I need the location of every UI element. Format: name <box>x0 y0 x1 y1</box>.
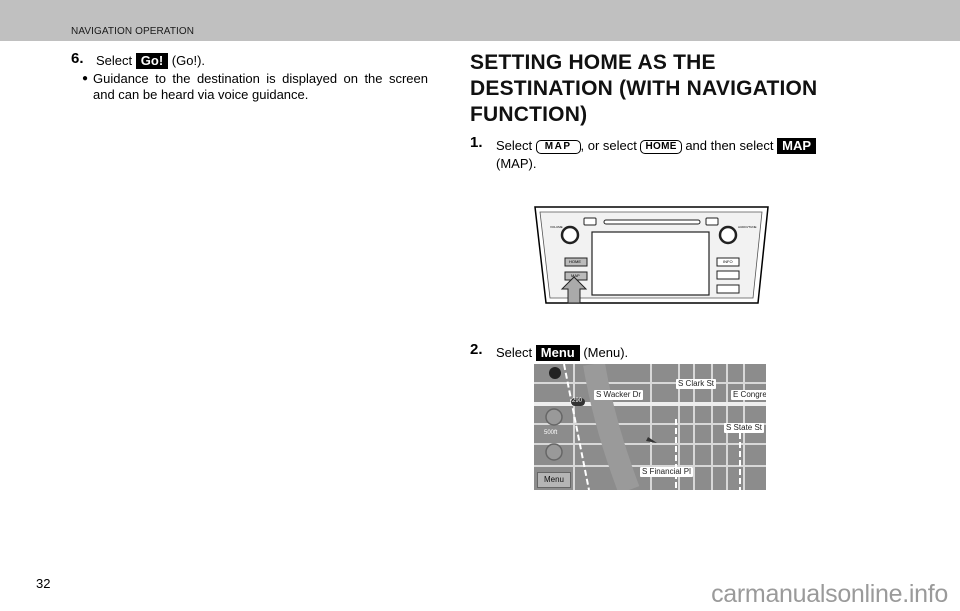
step-6-prefix: Select <box>96 53 133 68</box>
info-button-label: INFO <box>723 259 733 264</box>
step-1-suffix: (MAP). <box>496 156 537 171</box>
step-6-number: 6. <box>71 50 84 67</box>
go-button-chip: Go! <box>135 53 169 69</box>
highway-shield: 290 <box>572 398 583 404</box>
section-heading: SETTING HOME AS THE DESTINATION (WITH NA… <box>470 50 817 128</box>
section-title: NAVIGATION OPERATION <box>71 26 195 37</box>
step-6-bullet-text: Guidance to the destination is displayed… <box>93 71 428 102</box>
street-label: S Financial Pl <box>640 467 693 477</box>
step-6-bullet: ● Guidance to the destination is display… <box>82 71 428 103</box>
home-button-label: HOME <box>569 259 581 264</box>
step-6-suffix: (Go!). <box>171 53 206 68</box>
map-screen-button-chip: MAP <box>777 138 817 154</box>
step-6-text: Select Go! (Go!). <box>96 52 205 69</box>
map-scale: 500ft <box>544 430 558 436</box>
volume-label: VOLUME <box>550 225 563 229</box>
map-menu-button: Menu <box>537 472 571 488</box>
heading-line-1: SETTING HOME AS THE <box>470 51 716 74</box>
step-2-prefix: Select <box>496 345 533 360</box>
heading-line-3: FUNCTION) <box>470 103 588 126</box>
home-hardkey-chip: HOME <box>640 140 682 154</box>
heading-line-2: DESTINATION (WITH NAVIGATION <box>470 77 818 100</box>
step-2-suffix: (Menu). <box>583 345 629 360</box>
step-1-number: 1. <box>470 134 483 151</box>
street-label: S Wacker Dr <box>594 390 644 400</box>
menu-button-chip: Menu <box>535 345 580 361</box>
step-1-text: Select MAP, or select HOME and then sele… <box>496 137 836 154</box>
step-1-prefix: Select <box>496 138 533 153</box>
map-hardkey-chip: MAP <box>535 140 581 154</box>
street-label: S Clark St <box>676 379 717 389</box>
map-screen-illustration: S Wacker Dr S Clark St E Congre S State … <box>534 364 766 490</box>
header-bar: NAVIGATION OPERATION <box>0 0 960 41</box>
watermark: carmanualsonline.info <box>711 580 948 608</box>
map-button-label: MAP <box>571 273 580 278</box>
head-unit-illustration: VOLUME AUDIO/TUNE HOME MAP INFO <box>532 205 770 307</box>
bullet-icon: ● <box>82 73 89 84</box>
step-1-middle: , or select <box>580 138 637 153</box>
step-2-number: 2. <box>470 341 483 358</box>
street-label: S State St <box>724 423 765 433</box>
page-number: 32 <box>36 576 51 591</box>
step-2-text: Select Menu (Menu). <box>496 344 628 361</box>
step-1-middle2: and then select <box>685 138 774 153</box>
audio-tune-label: AUDIO/TUNE <box>738 225 757 229</box>
street-label: E Congre <box>731 390 766 400</box>
